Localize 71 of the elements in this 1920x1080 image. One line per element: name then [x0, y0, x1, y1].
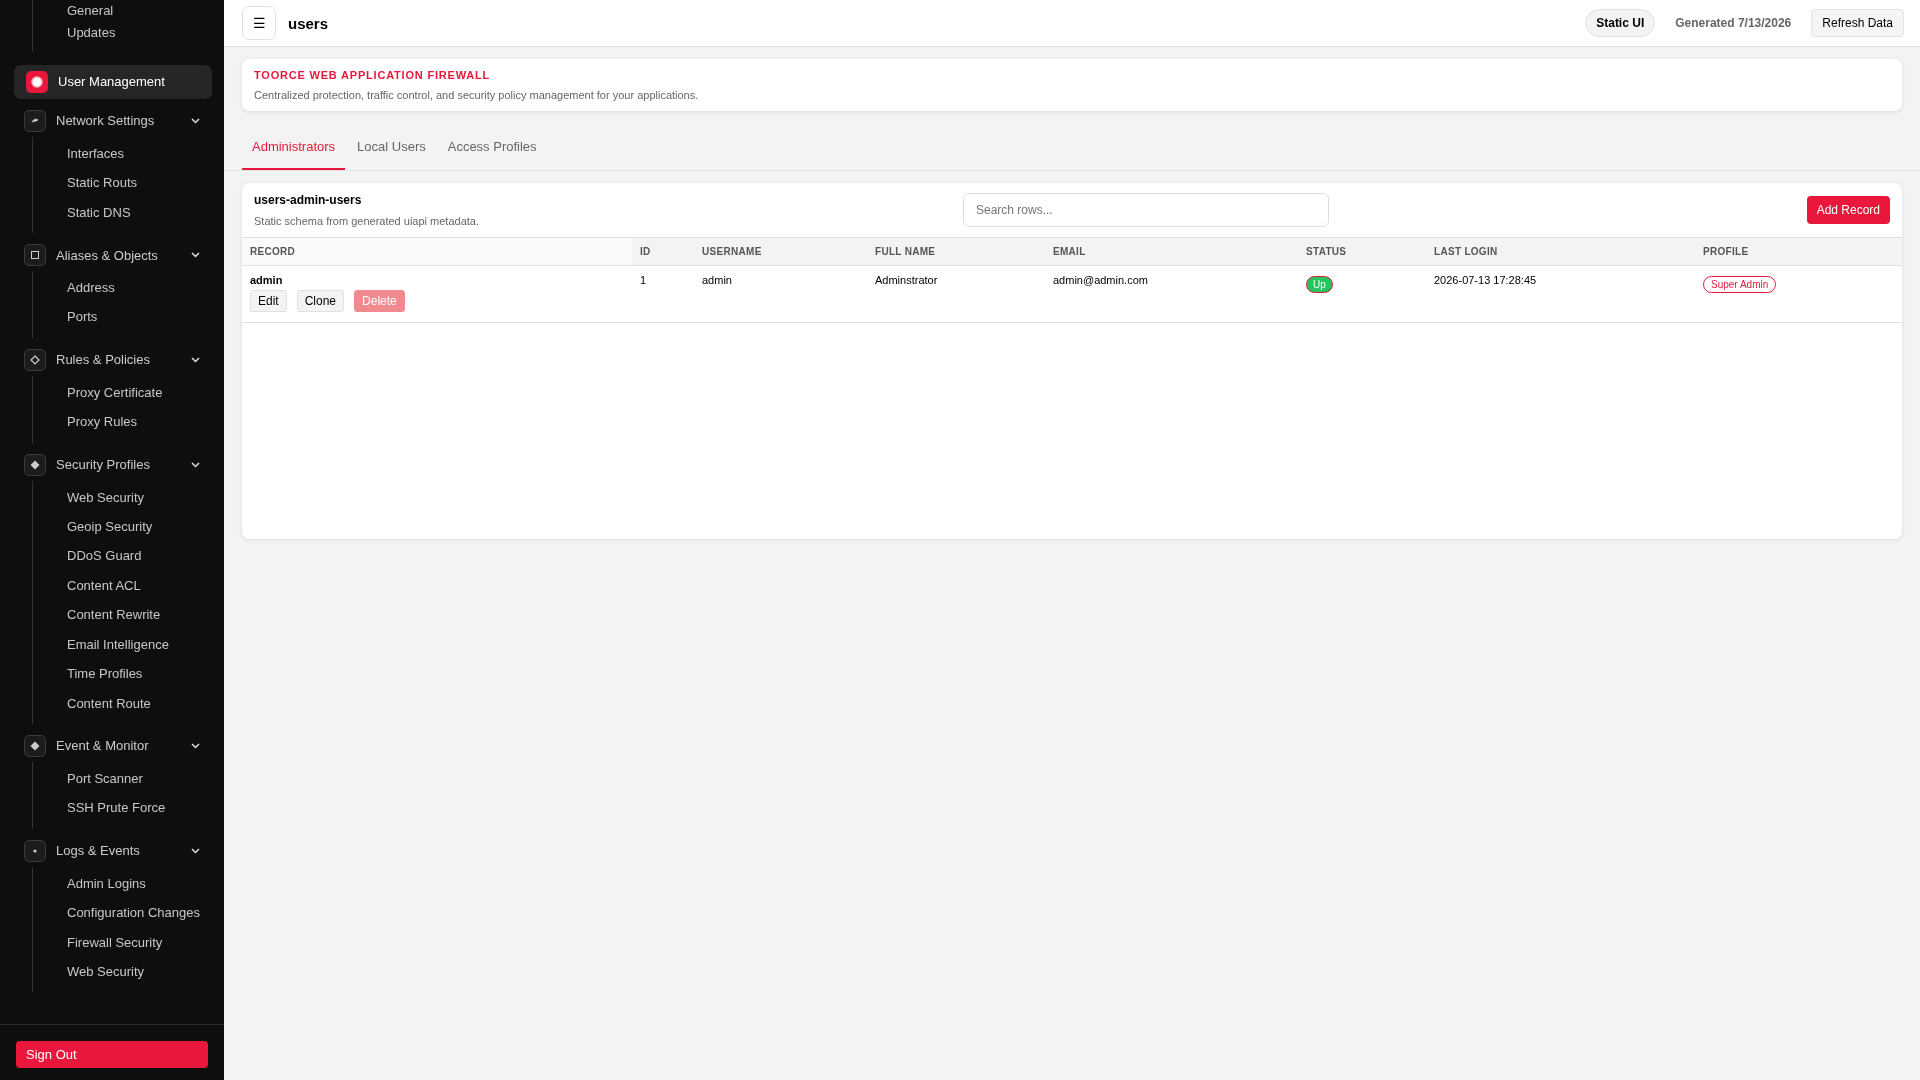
sidebar-group[interactable]: Security Profiles: [14, 448, 212, 481]
sidebar-item[interactable]: Updates: [33, 22, 116, 45]
group-label: Network Settings: [56, 113, 156, 129]
sidebar-item[interactable]: Content ACL: [33, 570, 141, 601]
sidebar-item[interactable]: User Management: [14, 64, 212, 99]
tab[interactable]: Administrators: [242, 127, 346, 170]
sidebar-item[interactable]: Configuration Changes: [33, 898, 200, 928]
sidebar-item[interactable]: General: [33, 0, 114, 23]
group-label: Rules & Policies: [56, 352, 151, 368]
sidebar-item[interactable]: DDoS Guard: [33, 541, 142, 571]
sidebar-item[interactable]: Interfaces: [33, 138, 125, 169]
column-header: ID: [639, 245, 652, 259]
status-badge: Up: [1306, 276, 1333, 293]
banner-subtitle: Centralized protection, traffic control, and security policy management for your applications.: [254, 89, 700, 101]
sidebar-item[interactable]: Time Profiles: [33, 659, 143, 689]
sidebar-item[interactable]: Address: [33, 273, 115, 303]
table-cell-text: admin@admin.com: [1052, 273, 1149, 288]
table-cell-text: Adminstrator: [874, 273, 939, 288]
sidebar-item[interactable]: Ports: [33, 302, 98, 332]
sidebar-group[interactable]: Rules & Policies: [14, 343, 212, 376]
table-cell-text: 2026-07-13 17:28:45: [1433, 273, 1538, 288]
sidebar-item[interactable]: Content Rewrite: [33, 600, 161, 630]
generated-date: Generated 7/13/2026: [1675, 16, 1792, 30]
sidebar-item[interactable]: Admin Logins: [33, 868, 146, 899]
sidebar-item[interactable]: Static Routs: [33, 168, 138, 198]
record-name: admin: [250, 274, 284, 286]
sidebar-group[interactable]: Logs & Events: [14, 834, 212, 867]
sidebar-group[interactable]: Network Settings: [14, 104, 212, 137]
menu-button[interactable]: ☰: [242, 6, 276, 40]
sidebar-item[interactable]: Port Scanner: [33, 763, 143, 794]
group-label: Logs & Events: [56, 843, 141, 859]
sidebar-item[interactable]: Firewall Security: [33, 927, 163, 957]
sidebar-item[interactable]: Content Route: [33, 688, 151, 718]
sidebar-item[interactable]: Email Intelligence: [33, 629, 169, 660]
edit-button[interactable]: Edit: [250, 290, 287, 312]
record-icon: [26, 70, 48, 93]
tab[interactable]: Access Profiles: [437, 127, 547, 170]
add-record-button[interactable]: Add Record: [1806, 196, 1890, 224]
sidebar-item[interactable]: SSH Prute Force: [33, 793, 166, 823]
column-header: RECORD: [242, 238, 632, 265]
column-header: PROFILE: [1702, 245, 1750, 259]
sidebar-item[interactable]: Web Security: [33, 482, 145, 513]
group-label: Event & Monitor: [56, 738, 150, 754]
mode-badge: Static UI: [1585, 9, 1656, 37]
column-header: STATUS: [1305, 245, 1348, 259]
sidebar-label: User Management: [58, 74, 165, 90]
column-header: EMAIL: [1052, 245, 1087, 259]
table-cell-text: 1: [639, 273, 648, 288]
sidebar-group[interactable]: Aliases & Objects: [14, 239, 212, 272]
group-label: Aliases & Objects: [56, 247, 159, 263]
column-header: LAST LOGIN: [1433, 245, 1499, 259]
page-title: users: [288, 14, 329, 32]
table-subtitle: Static schema from generated uiapi metadata.: [254, 215, 480, 227]
search-field[interactable]: Search rows...: [963, 193, 1329, 227]
clone-button[interactable]: Clone: [296, 290, 345, 312]
square-icon: [24, 244, 46, 267]
group-label: Security Profiles: [56, 457, 151, 473]
sidebar-item[interactable]: Web Security: [33, 956, 145, 987]
sidebar-group[interactable]: Event & Monitor: [14, 729, 212, 762]
table-title: users-admin-users: [254, 193, 363, 207]
sign-out-button[interactable]: Sign Out: [16, 1041, 208, 1068]
column-header: FULL NAME: [874, 245, 937, 259]
banner-title: TOORCE WEB APPLICATION FIREWALL: [254, 69, 492, 81]
refresh-button[interactable]: Refresh Data: [1811, 9, 1904, 37]
sidebar-item[interactable]: Proxy Rules: [33, 407, 138, 437]
sidebar-item[interactable]: Static DNS: [33, 197, 131, 228]
tab[interactable]: Local Users: [347, 127, 436, 170]
sidebar-item[interactable]: Geoip Security: [33, 512, 153, 542]
column-header: USERNAME: [701, 245, 763, 259]
table-cell-text: admin: [701, 273, 733, 288]
sidebar-item[interactable]: Proxy Certificate: [33, 377, 163, 408]
